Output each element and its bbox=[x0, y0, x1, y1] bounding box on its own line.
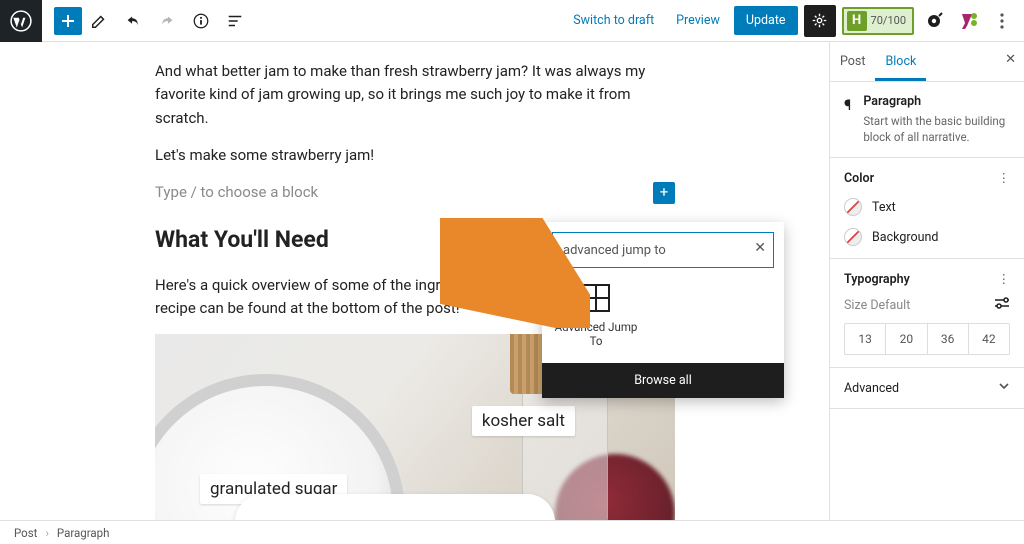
advanced-panel-toggle[interactable]: Advanced bbox=[844, 380, 1010, 396]
settings-sidebar: Post Block ✕ ¶ Paragraph Start with the … bbox=[829, 42, 1024, 520]
stats-icon[interactable] bbox=[920, 7, 948, 35]
panel-options-icon[interactable]: ⋮ bbox=[998, 271, 1011, 287]
edit-mode-icon[interactable] bbox=[82, 12, 116, 30]
size-presets: 13 20 36 42 bbox=[844, 323, 1010, 355]
paragraph-text[interactable]: Let's make some strawberry jam! bbox=[155, 144, 675, 167]
block-inserter-popover: ✕ Advanced Jump To Browse all bbox=[542, 222, 784, 398]
tab-block[interactable]: Block bbox=[875, 42, 926, 81]
yoast-icon[interactable] bbox=[954, 7, 982, 35]
add-block-button[interactable] bbox=[54, 7, 82, 35]
panel-title-color: Color bbox=[844, 171, 874, 186]
paragraph-icon: ¶ bbox=[844, 94, 851, 145]
color-swatch-icon bbox=[844, 198, 862, 216]
color-text-button[interactable]: Text bbox=[844, 198, 1010, 216]
switch-to-draft-button[interactable]: Switch to draft bbox=[565, 7, 662, 34]
panel-options-icon[interactable]: ⋮ bbox=[998, 170, 1011, 186]
breadcrumb-sep: › bbox=[45, 526, 48, 540]
size-preset-36[interactable]: 36 bbox=[927, 324, 968, 354]
panel-title-typography: Typography bbox=[844, 272, 910, 287]
color-bg-label: Background bbox=[872, 230, 938, 245]
breadcrumb-paragraph[interactable]: Paragraph bbox=[57, 526, 110, 540]
redo-icon bbox=[150, 12, 184, 30]
size-preset-20[interactable]: 20 bbox=[885, 324, 926, 354]
image-region bbox=[235, 494, 555, 520]
image-label: kosher salt bbox=[472, 406, 575, 436]
wordpress-logo[interactable] bbox=[0, 0, 42, 42]
clear-search-icon[interactable]: ✕ bbox=[754, 240, 766, 256]
settings-gear-icon[interactable] bbox=[804, 5, 836, 37]
browse-all-button[interactable]: Browse all bbox=[542, 363, 784, 398]
block-placeholder[interactable]: Type / to choose a block bbox=[155, 181, 318, 204]
block-search-input[interactable] bbox=[552, 232, 774, 268]
color-text-label: Text bbox=[872, 200, 896, 215]
readability-badge: H bbox=[847, 11, 867, 31]
update-button[interactable]: Update bbox=[734, 6, 798, 35]
advanced-label: Advanced bbox=[844, 381, 899, 396]
size-label: Size bbox=[844, 298, 867, 313]
size-default: Default bbox=[870, 298, 910, 313]
block-type-title: Paragraph bbox=[863, 94, 1010, 109]
size-preset-13[interactable]: 13 bbox=[845, 324, 885, 354]
block-result-label: Advanced Jump To bbox=[554, 320, 638, 349]
outline-icon[interactable] bbox=[218, 12, 252, 30]
color-background-button[interactable]: Background bbox=[844, 228, 1010, 246]
inline-add-block-button[interactable]: + bbox=[653, 182, 675, 204]
breadcrumb-post[interactable]: Post bbox=[14, 526, 37, 540]
undo-icon[interactable] bbox=[116, 12, 150, 30]
size-preset-42[interactable]: 42 bbox=[968, 324, 1009, 354]
tab-post[interactable]: Post bbox=[830, 42, 875, 81]
breadcrumb: Post › Paragraph bbox=[0, 520, 1024, 544]
color-swatch-icon bbox=[844, 228, 862, 246]
readability-score[interactable]: H 70/100 bbox=[842, 7, 914, 35]
preview-button[interactable]: Preview bbox=[668, 7, 728, 34]
chevron-down-icon bbox=[998, 380, 1010, 396]
more-options-icon[interactable] bbox=[988, 7, 1016, 35]
readability-value: 70/100 bbox=[871, 14, 906, 27]
close-sidebar-icon[interactable]: ✕ bbox=[1005, 52, 1016, 67]
info-icon[interactable] bbox=[184, 12, 218, 30]
paragraph-text[interactable]: And what better jam to make than fresh s… bbox=[155, 60, 675, 130]
grid-icon bbox=[582, 284, 610, 312]
custom-size-icon[interactable] bbox=[994, 297, 1010, 313]
block-type-desc: Start with the basic building block of a… bbox=[863, 113, 1010, 145]
block-result-advanced-jump-to[interactable]: Advanced Jump To bbox=[554, 284, 638, 349]
